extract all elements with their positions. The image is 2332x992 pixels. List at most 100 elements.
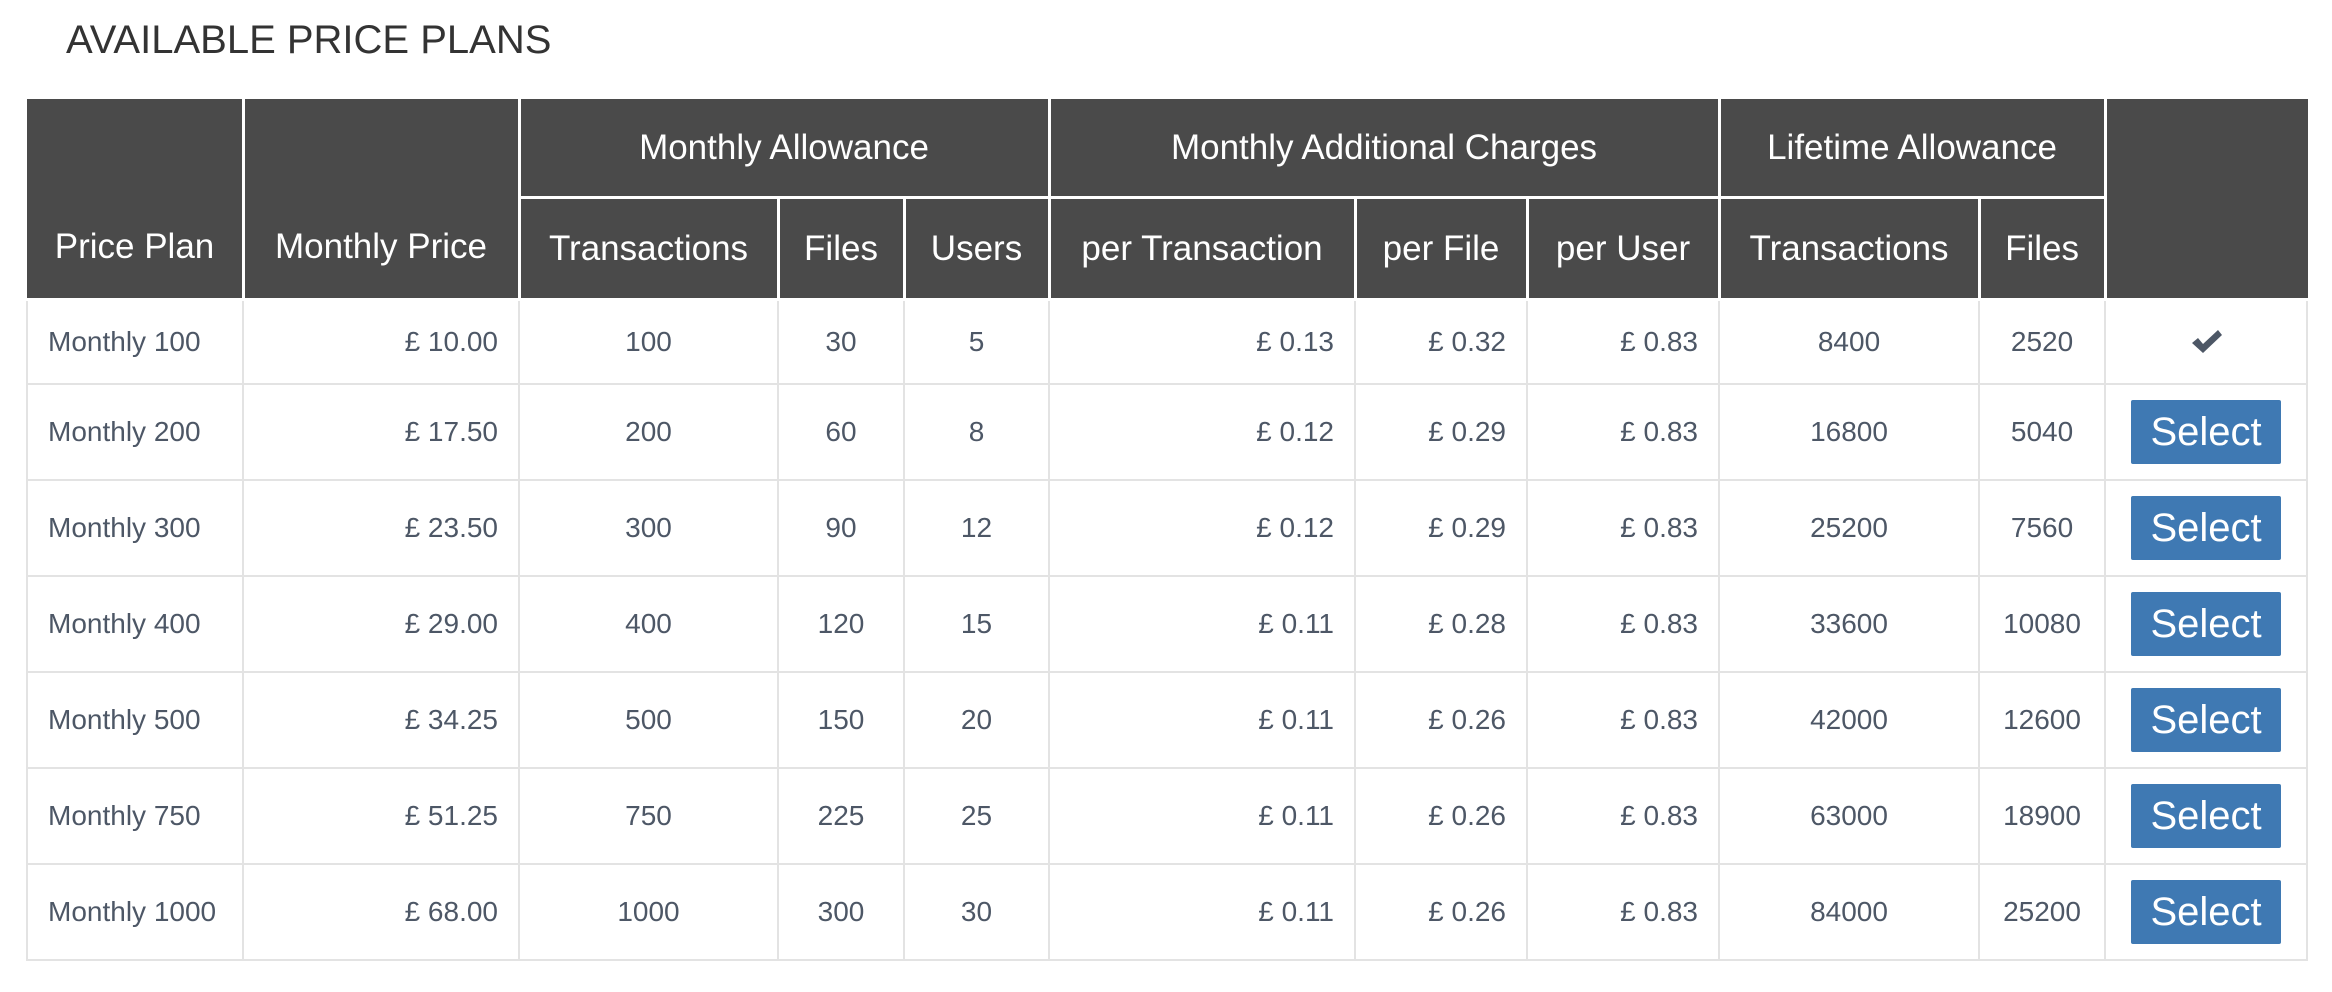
charge-per-user: £ 0.83 <box>1526 863 1721 961</box>
action-cell: Select <box>2104 479 2309 577</box>
charge-per-file: £ 0.29 <box>1354 383 1529 481</box>
plan-name: Monthly 300 <box>26 479 244 577</box>
header-monthly-additional-charges: Monthly Additional Charges <box>1047 99 1721 199</box>
charge-per-transaction: £ 0.11 <box>1048 863 1357 961</box>
plan-name: Monthly 1000 <box>26 863 244 961</box>
charge-per-transaction: £ 0.11 <box>1048 671 1357 769</box>
monthly-price: £ 17.50 <box>242 383 520 481</box>
header-action <box>2103 99 2308 301</box>
charge-per-transaction: £ 0.11 <box>1048 575 1357 673</box>
action-cell: Select <box>2104 863 2309 961</box>
header-per-file: per File <box>1353 196 1529 301</box>
charge-per-transaction: £ 0.12 <box>1048 479 1357 577</box>
monthly-files: 300 <box>777 863 905 961</box>
monthly-transactions: 300 <box>518 479 779 577</box>
charge-per-user: £ 0.83 <box>1526 575 1721 673</box>
monthly-transactions: 400 <box>518 575 779 673</box>
monthly-files: 225 <box>777 767 905 865</box>
lifetime-files: 12600 <box>1978 671 2107 769</box>
lifetime-files: 7560 <box>1978 479 2107 577</box>
monthly-users: 25 <box>902 767 1051 865</box>
charge-per-file: £ 0.28 <box>1354 575 1529 673</box>
charge-per-user: £ 0.83 <box>1526 767 1721 865</box>
header-la-files: Files <box>1977 196 2107 301</box>
charge-per-file: £ 0.32 <box>1354 298 1529 385</box>
monthly-users: 20 <box>902 671 1051 769</box>
lifetime-transactions: 16800 <box>1718 383 1981 481</box>
action-cell: Select <box>2104 575 2309 673</box>
table-row: Monthly 400 £ 29.00 400 120 15 £ 0.11 £ … <box>26 575 2309 673</box>
charge-per-user: £ 0.83 <box>1526 298 1721 385</box>
monthly-price: £ 51.25 <box>242 767 520 865</box>
monthly-users: 12 <box>902 479 1051 577</box>
monthly-price: £ 29.00 <box>242 575 520 673</box>
monthly-price: £ 68.00 <box>242 863 520 961</box>
monthly-transactions: 100 <box>518 298 779 385</box>
table-row: Monthly 500 £ 34.25 500 150 20 £ 0.11 £ … <box>26 671 2309 769</box>
charge-per-file: £ 0.26 <box>1354 863 1529 961</box>
lifetime-transactions: 25200 <box>1718 479 1981 577</box>
charge-per-file: £ 0.26 <box>1354 671 1529 769</box>
monthly-files: 120 <box>777 575 905 673</box>
lifetime-files: 25200 <box>1978 863 2107 961</box>
charge-per-file: £ 0.26 <box>1354 767 1529 865</box>
monthly-price: £ 34.25 <box>242 671 520 769</box>
header-la-transactions: Transactions <box>1717 196 1981 301</box>
monthly-users: 8 <box>902 383 1051 481</box>
select-plan-button[interactable]: Select <box>2131 496 2282 560</box>
page-title: AVAILABLE PRICE PLANS <box>66 18 552 62</box>
table-body: Monthly 100 £ 10.00 100 30 5 £ 0.13 £ 0.… <box>26 298 2309 961</box>
select-plan-button[interactable]: Select <box>2131 400 2282 464</box>
plan-name: Monthly 500 <box>26 671 244 769</box>
lifetime-files: 18900 <box>1978 767 2107 865</box>
charge-per-transaction: £ 0.12 <box>1048 383 1357 481</box>
header-price-plan: Price Plan <box>26 99 245 301</box>
header-group-row: Price Plan Monthly Price Monthly Allowan… <box>26 99 2308 301</box>
lifetime-files: 2520 <box>1978 298 2107 385</box>
select-plan-button[interactable]: Select <box>2131 784 2282 848</box>
current-plan-cell <box>2104 298 2309 385</box>
lifetime-files: 10080 <box>1978 575 2107 673</box>
charge-per-transaction: £ 0.11 <box>1048 767 1357 865</box>
price-plans-table: Price Plan Monthly Price Monthly Allowan… <box>26 99 2309 961</box>
header-ma-transactions: Transactions <box>517 196 780 301</box>
monthly-price: £ 23.50 <box>242 479 520 577</box>
monthly-transactions: 1000 <box>518 863 779 961</box>
header-per-transaction: per Transaction <box>1047 196 1357 301</box>
charge-per-user: £ 0.83 <box>1526 383 1721 481</box>
select-plan-button[interactable]: Select <box>2131 880 2282 944</box>
table-row: Monthly 300 £ 23.50 300 90 12 £ 0.12 £ 0… <box>26 479 2309 577</box>
monthly-price: £ 10.00 <box>242 298 520 385</box>
action-cell: Select <box>2104 671 2309 769</box>
plan-name: Monthly 100 <box>26 298 244 385</box>
monthly-files: 90 <box>777 479 905 577</box>
header-lifetime-allowance: Lifetime Allowance <box>1717 99 2107 199</box>
header-per-user: per User <box>1525 196 1721 301</box>
plan-name: Monthly 400 <box>26 575 244 673</box>
lifetime-transactions: 63000 <box>1718 767 1981 865</box>
monthly-users: 5 <box>902 298 1051 385</box>
lifetime-transactions: 33600 <box>1718 575 1981 673</box>
monthly-files: 30 <box>777 298 905 385</box>
check-icon <box>2192 330 2223 354</box>
header-ma-users: Users <box>902 196 1051 301</box>
charge-per-file: £ 0.29 <box>1354 479 1529 577</box>
plan-name: Monthly 750 <box>26 767 244 865</box>
select-plan-button[interactable]: Select <box>2131 688 2282 752</box>
table-row: Monthly 1000 £ 68.00 1000 300 30 £ 0.11 … <box>26 863 2309 961</box>
header-ma-files: Files <box>776 196 906 301</box>
monthly-transactions: 200 <box>518 383 779 481</box>
monthly-transactions: 500 <box>518 671 779 769</box>
charge-per-transaction: £ 0.13 <box>1048 298 1357 385</box>
table-row: Monthly 200 £ 17.50 200 60 8 £ 0.12 £ 0.… <box>26 383 2309 481</box>
lifetime-transactions: 42000 <box>1718 671 1981 769</box>
monthly-files: 150 <box>777 671 905 769</box>
monthly-files: 60 <box>777 383 905 481</box>
charge-per-user: £ 0.83 <box>1526 479 1721 577</box>
table-row: Monthly 100 £ 10.00 100 30 5 £ 0.13 £ 0.… <box>26 298 2309 385</box>
action-cell: Select <box>2104 383 2309 481</box>
lifetime-files: 5040 <box>1978 383 2107 481</box>
lifetime-transactions: 84000 <box>1718 863 1981 961</box>
monthly-transactions: 750 <box>518 767 779 865</box>
select-plan-button[interactable]: Select <box>2131 592 2282 656</box>
